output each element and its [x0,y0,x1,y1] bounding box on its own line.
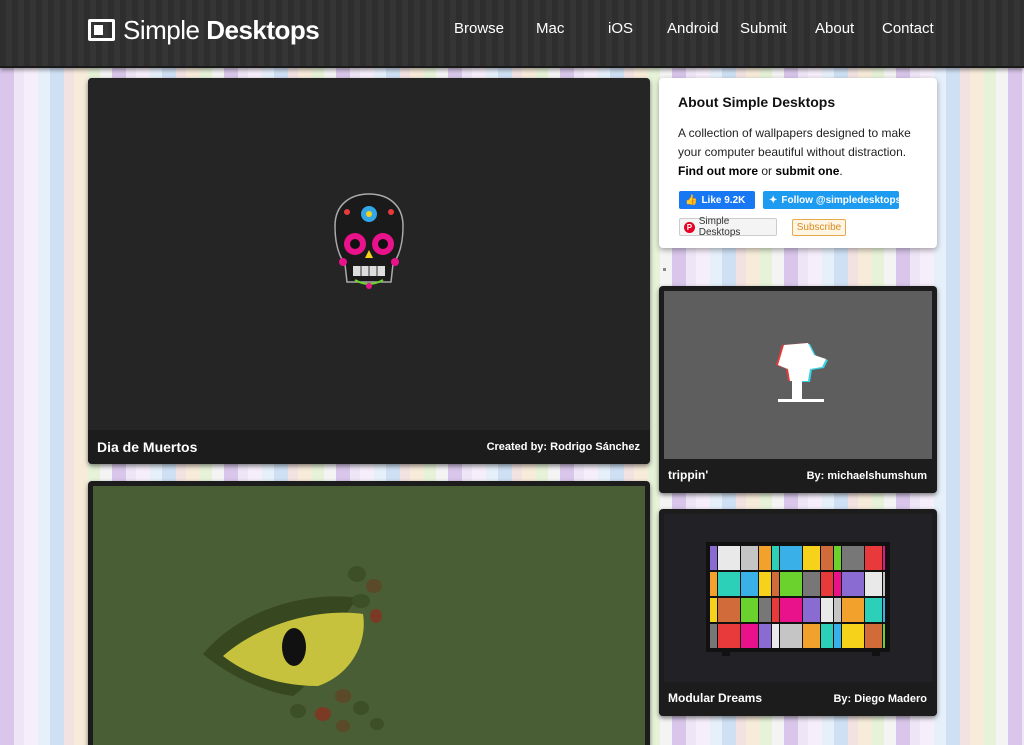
wallpaper-caption: trippin' By: michaelshumshum [659,459,937,493]
sugar-skull-icon [334,193,404,289]
synth-module [883,572,885,596]
synth-module [759,598,771,622]
synth-module [741,598,758,622]
nav-mac[interactable]: Mac [536,20,564,37]
synth-module [803,572,820,596]
synth-module [741,572,758,596]
subscribe-button[interactable]: Subscribe [792,219,846,236]
synth-module [759,624,771,648]
synth-module [780,598,802,622]
synth-module [780,572,802,596]
twitter-bird-icon: ✦ [769,194,778,206]
synth-module [741,624,758,648]
synth-module [772,598,779,622]
synth-module [865,598,882,622]
synth-module [718,624,740,648]
synth-module [883,546,885,570]
wallpaper-title[interactable]: trippin' [668,468,708,482]
synth-module [842,572,864,596]
synth-module [834,546,841,570]
synth-module [865,546,882,570]
synth-module [718,546,740,570]
thumbs-up-icon: 👍 [685,194,698,206]
synth-module [780,624,802,648]
synth-module [834,624,841,648]
pinterest-button[interactable]: P Simple Desktops [679,216,777,238]
synth-module [821,624,833,648]
wallpaper-card-modular-dreams[interactable]: Modular Dreams By: Diego Madero [659,509,937,716]
wallpaper-title[interactable]: Modular Dreams [668,691,762,705]
synth-module [718,572,740,596]
wallpaper-card-dia-de-muertos[interactable]: Dia de Muertos Created by: Rodrigo Sánch… [88,78,650,464]
synth-module [883,624,885,648]
about-title: About Simple Desktops [678,94,836,110]
wallpaper-thumbnail[interactable] [93,486,645,745]
nav-browse[interactable]: Browse [454,20,504,37]
wallpaper-card-green-eye[interactable] [88,481,650,745]
synth-module [821,546,833,570]
wallpaper-thumbnail[interactable] [88,78,650,430]
synth-module [772,572,779,596]
synth-module [803,546,820,570]
wallpaper-thumbnail[interactable] [664,514,932,682]
synth-module [710,624,717,648]
facebook-like-button[interactable]: 👍 Like 9.2K [679,191,755,209]
synth-module [821,598,833,622]
glitch-tree-icon [776,343,828,402]
synth-module [780,546,802,570]
synth-module [710,546,717,570]
wallpaper-caption: Dia de Muertos Created by: Rodrigo Sánch… [88,430,650,464]
wallpaper-author[interactable]: By: Diego Madero [833,693,927,705]
synth-module [772,546,779,570]
synth-module [865,624,882,648]
synth-module [759,572,771,596]
synth-module [803,598,820,622]
synth-module [718,598,740,622]
wallpaper-caption: Modular Dreams By: Diego Madero [659,682,937,716]
submit-one-link[interactable]: submit one [775,164,839,178]
synth-module [710,572,717,596]
site-header: Simple Desktops Browse Mac iOS Android S… [0,0,1024,68]
nav-submit[interactable]: Submit [740,20,787,37]
twitter-follow-button[interactable]: ✦ Follow @simpledesktops [763,191,901,209]
nav-about[interactable]: About [815,20,854,37]
wallpaper-card-trippin[interactable]: trippin' By: michaelshumshum [659,286,937,493]
wallpaper-author[interactable]: By: michaelshumshum [807,470,927,482]
about-text: A collection of wallpapers designed to m… [678,126,911,178]
synth-module [834,572,841,596]
synth-module [772,624,779,648]
synth-module [842,598,864,622]
nav-contact[interactable]: Contact [882,20,934,37]
synth-module [842,624,864,648]
synth-module [759,546,771,570]
synth-module [834,598,841,622]
about-box: About Simple Desktops A collection of wa… [659,78,937,248]
synth-module [865,572,882,596]
synth-module [741,546,758,570]
modular-synth-icon [706,542,890,656]
synth-module [710,598,717,622]
find-out-more-link[interactable]: Find out more [678,164,758,178]
pinterest-icon: P [684,221,695,233]
synth-module [821,572,833,596]
wallpaper-thumbnail[interactable] [664,291,932,459]
main-nav: Browse Mac iOS Android Submit About Cont… [0,20,1024,40]
synth-module [803,624,820,648]
synth-module [842,546,864,570]
divider-dot [663,268,666,271]
reptile-eye-icon [203,566,384,732]
wallpaper-title[interactable]: Dia de Muertos [97,439,197,455]
wallpaper-author[interactable]: Created by: Rodrigo Sánchez [487,441,640,453]
synth-module [883,598,885,622]
nav-android[interactable]: Android [667,20,719,37]
nav-ios[interactable]: iOS [608,20,633,37]
